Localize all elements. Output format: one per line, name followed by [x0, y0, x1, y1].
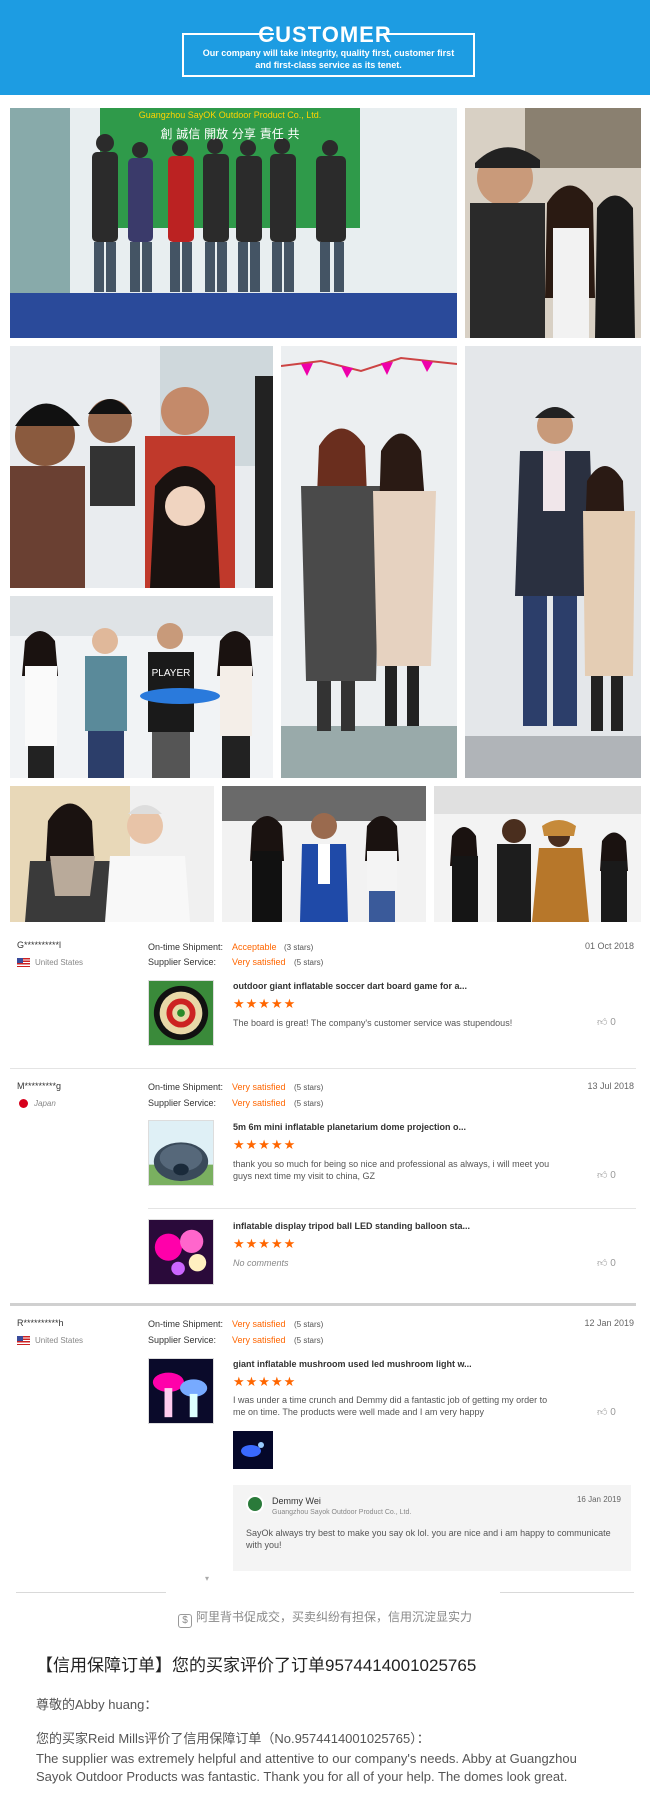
product-thumb-dartboard[interactable] [148, 980, 214, 1046]
reply-text: SayOk always try best to make you say ok… [246, 1528, 611, 1550]
review-1-shipment-label: On-time Shipment: [148, 942, 224, 952]
review-3-like[interactable]: 👍︎ 0 [597, 1406, 616, 1418]
review-1-shipment-value: Acceptable [232, 942, 277, 952]
thumbs-up-icon: 👍︎ [597, 1017, 608, 1028]
review-2-product-2-like[interactable]: 👍︎ 0 [597, 1257, 616, 1269]
review-separator [10, 1303, 636, 1306]
photo-player-shirt: PLAYER [10, 596, 273, 778]
divider-right [500, 1592, 634, 1593]
buyer-evaluation-line: 您的买家Reid Mills评价了信用保障订单（No.9574414001025… [36, 1731, 430, 1746]
review-2-product-1-like[interactable]: 👍︎ 0 [597, 1169, 616, 1181]
review-3-photo-attachment[interactable] [233, 1431, 273, 1469]
review-2-product-2-title[interactable]: inflatable display tripod ball LED stand… [233, 1221, 470, 1231]
thumbs-up-icon: 👍︎ [597, 1258, 608, 1269]
review-3-service-label: Supplier Service: [148, 1335, 217, 1345]
product-thumb-led-balloons[interactable] [148, 1219, 214, 1285]
review-2-product-2-comment: No comments [233, 1258, 289, 1268]
product-thumb-mushroom[interactable] [148, 1358, 214, 1424]
header-subtitle: Our company will take integrity, quality… [202, 48, 455, 70]
reply-date: 16 Jan 2019 [576, 1495, 621, 1504]
review-2-product-1-title[interactable]: 5m 6m mini inflatable planetarium dome p… [233, 1122, 466, 1132]
review-3-shipment-label: On-time Shipment: [148, 1319, 224, 1329]
photo-traditional-dress [434, 786, 641, 922]
seller-company: Guangzhou Sayok Outdoor Product Co., Ltd… [272, 1509, 412, 1516]
review-3-date: 12 Jan 2019 [584, 1318, 634, 1328]
review-1-buyer: G**********l [17, 940, 62, 950]
review-2-service-stars: (5 stars) [294, 1099, 324, 1108]
product-thumb-dome[interactable] [148, 1120, 214, 1186]
page-header: CUSTOMER Our company will take integrity… [0, 0, 650, 95]
review-1-country: United States [17, 958, 83, 968]
seller-reply: Demmy Wei Guangzhou Sayok Outdoor Produc… [233, 1485, 631, 1571]
review-2-shipment-value: Very satisfied [232, 1082, 286, 1092]
review-2-product-2-stars: ★★★★★ [233, 1236, 297, 1251]
seller-name: Demmy Wei [272, 1496, 321, 1506]
review-2-product-1-comment: thank you so much for being so nice and … [233, 1159, 550, 1181]
photo-blue-suit [222, 786, 426, 922]
review-3-buyer: R**********h [17, 1318, 64, 1328]
order-title: 【信用保障订单】您的买家评价了订单9574414001025765 [36, 1656, 477, 1675]
photo-man-cap-woman [465, 346, 641, 778]
review-3-comment: I was under a time crunch and Demmy did … [233, 1395, 548, 1417]
review-2-shipment-label: On-time Shipment: [148, 1082, 224, 1092]
review-3-service-value: Very satisfied [232, 1335, 286, 1345]
review-1-like[interactable]: 👍︎ 0 [597, 1016, 616, 1028]
review-1-service-value: Very satisfied [232, 957, 286, 967]
photo-selfie-hat [465, 108, 641, 338]
wall-text: 創 誠信 開放 分享 責任 共 [160, 126, 299, 141]
banner-text: Guangzhou SayOK Outdoor Product Co., Ltd… [139, 110, 322, 120]
alibaba-guarantee-note: $ 阿里背书促成交，买卖纠纷有担保，信用沉淀显实力 [0, 1608, 650, 1628]
item-separator [148, 1208, 636, 1209]
review-1-shipment-stars: (3 stars) [284, 943, 314, 952]
review-3-rating-stars: ★★★★★ [233, 1374, 297, 1389]
shield-icon: $ [177, 1614, 192, 1628]
divider-left [16, 1592, 166, 1593]
review-2-service-label: Supplier Service: [148, 1098, 217, 1108]
review-2-country: Japan [17, 1099, 56, 1109]
review-3-product-title[interactable]: giant inflatable mushroom used led mushr… [233, 1359, 472, 1369]
review-2-buyer: M*********g [17, 1081, 62, 1091]
greeting: 尊敬的Abby huang： [36, 1697, 158, 1712]
photo-group-banner: Guangzhou SayOK Outdoor Product Co., Ltd… [10, 108, 457, 338]
photo-scarf-oldman [10, 786, 214, 922]
review-separator [10, 1068, 636, 1069]
us-flag-icon [17, 1336, 30, 1346]
photo-two-women [281, 346, 457, 778]
review-2-product-1-stars: ★★★★★ [233, 1137, 297, 1152]
buyer-feedback-text: The supplier was extremely helpful and a… [36, 1751, 577, 1784]
seller-avatar [246, 1495, 264, 1513]
review-1-comment: The board is great! The company's custom… [233, 1018, 513, 1028]
photo-selfie-four [10, 346, 273, 588]
shirt-text: PLAYER [152, 668, 191, 679]
us-flag-icon [17, 958, 30, 968]
review-3-shipment-value: Very satisfied [232, 1319, 286, 1329]
review-1-rating-stars: ★★★★★ [233, 996, 297, 1011]
review-3-shipment-stars: (5 stars) [294, 1320, 324, 1329]
review-1-date: 01 Oct 2018 [584, 941, 634, 951]
review-1-product-title[interactable]: outdoor giant inflatable soccer dart boa… [233, 981, 467, 991]
review-2-date: 13 Jul 2018 [587, 1081, 634, 1091]
review-3-country: United States [17, 1336, 83, 1346]
review-1-service-stars: (5 stars) [294, 958, 324, 967]
scroll-indicator-icon: ▾ [205, 1574, 210, 1583]
review-2-service-value: Very satisfied [232, 1098, 286, 1108]
thumbs-up-icon: 👍︎ [597, 1407, 608, 1418]
review-1-service-label: Supplier Service: [148, 957, 217, 967]
japan-flag-icon [19, 1099, 28, 1109]
review-3-service-stars: (5 stars) [294, 1336, 324, 1345]
review-2-shipment-stars: (5 stars) [294, 1083, 324, 1092]
thumbs-up-icon: 👍︎ [597, 1170, 608, 1181]
